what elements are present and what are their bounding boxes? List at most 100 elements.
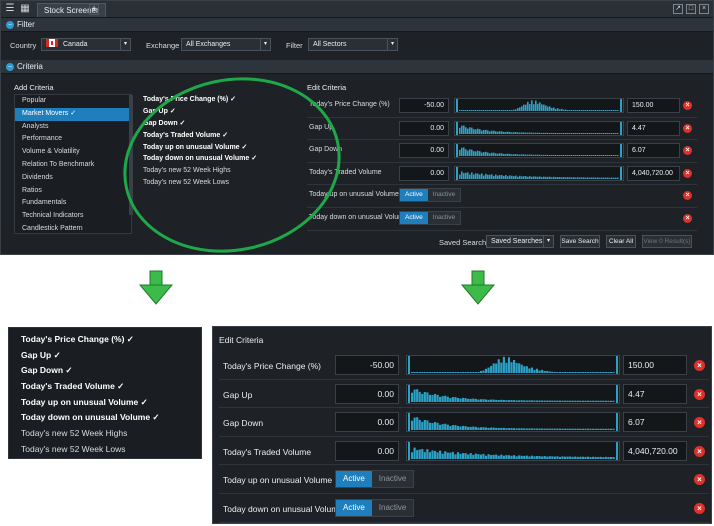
zoomed-criteria-item[interactable]: Today's Price Change (%) ✓ [9, 332, 201, 348]
category-item[interactable]: Dividends [15, 172, 131, 185]
range-slider[interactable] [454, 98, 624, 113]
remove-criteria-icon[interactable]: × [683, 146, 692, 156]
zoomed-criteria-item[interactable]: Today's new 52 Week Lows [9, 442, 201, 458]
active-option[interactable]: Active [400, 211, 428, 224]
min-value-input[interactable]: 0.00 [335, 440, 399, 461]
max-value-input[interactable]: 4,040,720.00 [623, 440, 687, 461]
criteria-item[interactable]: Today's new 52 Week Lows [136, 177, 291, 189]
zoomed-criteria-item[interactable]: Today down on unusual Volume ✓ [9, 410, 201, 426]
min-value-input[interactable]: -50.00 [399, 98, 449, 113]
add-tab-button[interactable]: + [89, 4, 99, 15]
histogram-bar [594, 400, 597, 402]
criteria-row: Gap Up 0.00 4.47 × [307, 118, 697, 141]
category-item[interactable]: Analysts [15, 121, 131, 134]
menu-icon[interactable]: ☰ [4, 3, 16, 15]
criteria-item[interactable]: Today's new 52 Week Highs [136, 165, 291, 177]
range-slider[interactable] [406, 440, 620, 461]
remove-criteria-icon[interactable]: × [683, 213, 692, 223]
collapse-icon[interactable]: – [6, 63, 14, 71]
remove-criteria-icon[interactable]: × [694, 474, 705, 486]
category-scrollbar[interactable] [129, 95, 133, 215]
min-value-input[interactable]: 0.00 [399, 165, 449, 181]
inactive-option[interactable]: Inactive [371, 471, 414, 488]
active-toggle[interactable]: Active Inactive [335, 498, 415, 517]
category-item[interactable]: Candlestick Pattern [15, 223, 131, 233]
remove-criteria-icon[interactable]: × [683, 168, 692, 178]
min-value-input[interactable]: 0.00 [335, 412, 399, 433]
category-item[interactable]: Performance [15, 133, 131, 146]
criteria-section-header[interactable]: – Criteria [1, 60, 713, 74]
inactive-option[interactable]: Inactive [371, 499, 414, 516]
range-slider[interactable] [406, 383, 620, 404]
range-slider[interactable] [406, 355, 620, 375]
view-results-button[interactable]: View 0 Result(s) [642, 235, 692, 248]
sector-select[interactable]: All Sectors ▾ [308, 38, 398, 51]
range-slider[interactable] [454, 143, 624, 159]
collapse-icon[interactable]: – [6, 21, 14, 29]
remove-criteria-icon[interactable]: × [683, 101, 692, 110]
range-slider[interactable] [454, 165, 624, 181]
active-option[interactable]: Active [336, 471, 372, 488]
filter-section-header[interactable]: – Filter [1, 18, 713, 32]
remove-criteria-icon[interactable]: × [694, 417, 705, 429]
min-value-input[interactable]: 0.00 [335, 383, 399, 404]
close-icon[interactable]: × [699, 4, 709, 14]
criteria-item[interactable]: Today's Price Change (%) ✓ [136, 94, 291, 106]
remove-criteria-icon[interactable]: × [683, 191, 692, 201]
range-slider[interactable] [454, 120, 624, 136]
category-item[interactable]: Relation To Benchmark [15, 159, 131, 172]
remove-criteria-icon[interactable]: × [694, 360, 705, 371]
inactive-option[interactable]: Inactive [427, 189, 461, 202]
active-toggle[interactable]: Active Inactive [399, 188, 462, 203]
zoomed-criteria-item[interactable]: Today's Traded Volume ✓ [9, 379, 201, 395]
criteria-item[interactable]: Today down on unusual Volume ✓ [136, 153, 291, 165]
remove-criteria-icon[interactable]: × [694, 502, 705, 514]
category-item[interactable]: Volume & Volatility [15, 146, 131, 159]
exchange-select[interactable]: All Exchanges ▾ [181, 38, 271, 51]
max-value-input[interactable]: 150.00 [627, 98, 680, 113]
remove-criteria-icon[interactable]: × [694, 445, 705, 457]
histogram-bar [549, 106, 551, 111]
max-value-input[interactable]: 4,040,720.00 [627, 165, 680, 181]
popout-icon[interactable]: ↗ [673, 4, 683, 14]
criteria-item[interactable]: Gap Down ✓ [136, 118, 291, 130]
save-search-button[interactable]: Save Search [560, 235, 600, 248]
max-value-input[interactable]: 6.07 [627, 143, 680, 159]
active-option[interactable]: Active [400, 189, 428, 202]
clear-all-button[interactable]: Clear All [606, 235, 636, 248]
min-value-input[interactable]: -50.00 [335, 355, 399, 375]
remove-criteria-icon[interactable]: × [694, 388, 705, 400]
max-value-input[interactable]: 4.47 [623, 383, 687, 404]
max-value-input[interactable]: 4.47 [627, 120, 680, 136]
down-arrow-right [460, 270, 496, 305]
category-item[interactable]: Market Movers ✓ [15, 107, 131, 121]
category-item[interactable]: Technical Indicators [15, 210, 131, 223]
histogram-bar [519, 132, 521, 134]
max-value-input[interactable]: 150.00 [623, 355, 687, 375]
category-item[interactable]: Fundamentals [15, 197, 131, 210]
country-select[interactable]: Canada ▾ [41, 38, 131, 51]
criteria-item[interactable]: Gap Up ✓ [136, 106, 291, 118]
maximize-icon[interactable]: □ [686, 4, 696, 14]
zoomed-criteria-item[interactable]: Gap Down ✓ [9, 363, 201, 379]
zoomed-criteria-item[interactable]: Today up on unusual Volume ✓ [9, 395, 201, 411]
saved-searches-select[interactable]: Saved Searches ▾ [486, 235, 554, 248]
histogram-bar [609, 456, 613, 459]
remove-criteria-icon[interactable]: × [683, 123, 692, 133]
grid-icon[interactable]: ▦ [19, 3, 31, 15]
max-value-input[interactable]: 6.07 [623, 412, 687, 433]
zoomed-criteria-item[interactable]: Today's new 52 Week Highs [9, 426, 201, 442]
active-toggle[interactable]: Active Inactive [399, 210, 462, 225]
category-item[interactable]: Ratios [15, 185, 131, 198]
min-value-input[interactable]: 0.00 [399, 120, 449, 136]
active-option[interactable]: Active [336, 499, 372, 516]
min-value-input[interactable]: 0.00 [399, 143, 449, 159]
category-item[interactable]: Popular [15, 95, 131, 108]
criteria-item[interactable]: Today's Traded Volume ✓ [136, 130, 291, 142]
inactive-option[interactable]: Inactive [427, 211, 461, 224]
range-slider[interactable] [406, 412, 620, 433]
zoomed-criteria-item[interactable]: Gap Up ✓ [9, 348, 201, 364]
criteria-item[interactable]: Today up on unusual Volume ✓ [136, 142, 291, 154]
histogram-bar [428, 422, 431, 431]
active-toggle[interactable]: Active Inactive [335, 470, 415, 489]
